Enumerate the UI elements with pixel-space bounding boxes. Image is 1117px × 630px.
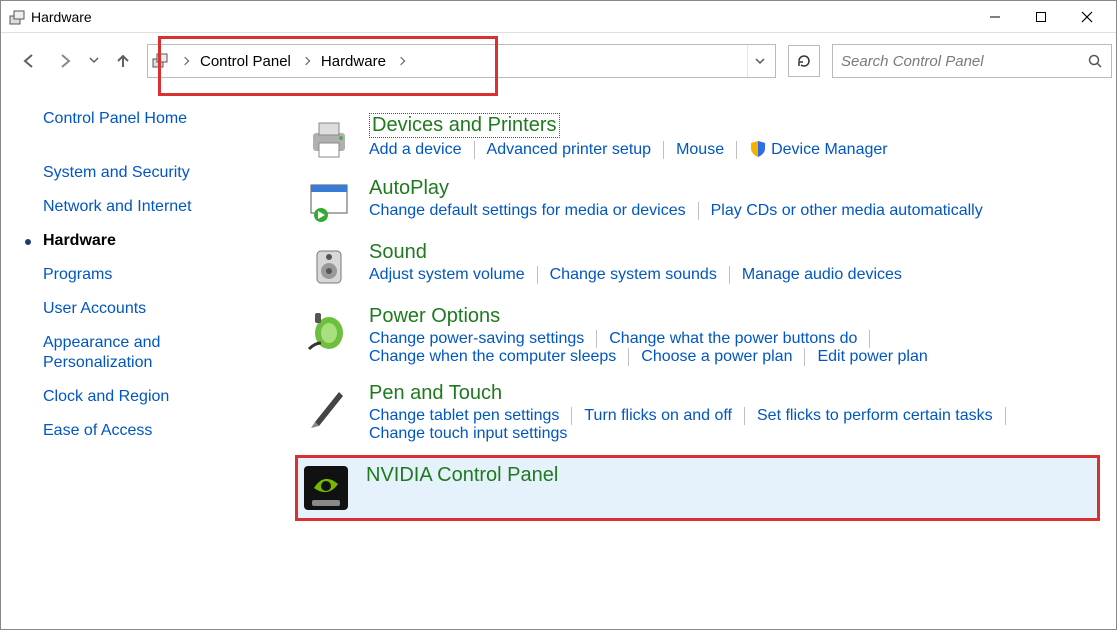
window-title: Hardware [31,9,92,25]
close-button[interactable] [1064,2,1110,32]
pen-icon [305,382,353,430]
task-link[interactable]: Choose a power plan [641,348,792,366]
chevron-right-icon[interactable] [397,57,405,65]
search-placeholder: Search Control Panel [841,53,1087,70]
sidebar-home[interactable]: Control Panel Home [43,109,301,129]
content-area: Devices and Printers Add a device Advanced… [301,109,1116,529]
search-input[interactable]: Search Control Panel [832,44,1112,78]
chevron-right-icon[interactable] [302,57,310,65]
address-bar[interactable]: Control Panel Hardware [147,44,776,78]
separator [804,348,805,366]
task-link[interactable]: Change default settings for media or dev… [369,202,686,220]
titlebar: Hardware [1,1,1116,33]
task-link[interactable]: Adjust system volume [369,266,525,284]
sidebar-item[interactable]: Hardware [43,231,301,251]
nvidia-icon [302,464,350,512]
sound-icon [305,241,353,289]
address-dropdown-button[interactable] [747,45,771,77]
back-button[interactable] [17,49,41,73]
category: Pen and Touch Change tablet pen settings T… [301,378,1100,447]
task-link[interactable]: Add a device [369,141,462,159]
navigation-bar: Control Panel Hardware Search Control Pa… [1,33,1116,89]
task-link[interactable]: Set flicks to perform certain tasks [757,407,993,425]
up-button[interactable] [111,49,135,73]
category-title[interactable]: Pen and Touch [369,382,502,404]
category: Power Options Change power-saving setting… [301,301,1100,370]
sidebar-item[interactable]: Programs [43,265,301,285]
app-icon [9,9,25,25]
task-link[interactable]: Change when the computer sleeps [369,348,616,366]
separator [628,348,629,366]
task-link[interactable]: Change what the power buttons do [609,330,857,348]
sidebar-item[interactable]: Ease of Access [43,421,301,441]
separator [744,407,745,425]
task-link[interactable]: Change touch input settings [369,425,567,443]
category: Devices and Printers Add a device Advanced… [301,109,1100,165]
printer-icon [305,113,353,161]
task-link[interactable]: Mouse [676,141,724,159]
separator [596,330,597,348]
search-icon [1087,53,1103,69]
breadcrumb-hardware[interactable]: Hardware [321,53,386,70]
task-link[interactable]: Change system sounds [550,266,717,284]
minimize-button[interactable] [972,2,1018,32]
forward-button[interactable] [53,49,77,73]
separator [1005,407,1006,425]
shield-icon [749,140,771,159]
separator [571,407,572,425]
category-title[interactable]: Sound [369,241,427,263]
category-title[interactable]: Power Options [369,305,500,327]
sidebar: Control Panel Home System and Security Ne… [1,109,301,529]
category: AutoPlay Change default settings for medi… [301,173,1100,229]
task-link[interactable]: Change tablet pen settings [369,407,559,425]
separator [663,141,664,159]
separator [474,141,475,159]
task-link[interactable]: Turn flicks on and off [584,407,732,425]
task-link[interactable]: Device Manager [771,141,888,159]
chevron-right-icon[interactable] [181,57,189,65]
sidebar-item[interactable]: Clock and Region [43,387,301,407]
separator [698,202,699,220]
separator [736,141,737,159]
task-link[interactable]: Change power-saving settings [369,330,584,348]
power-icon [305,305,353,353]
task-link[interactable]: Advanced printer setup [487,141,652,159]
autoplay-icon [305,177,353,225]
sidebar-item[interactable]: User Accounts [43,299,301,319]
category: Sound Adjust system volume Change system s… [301,237,1100,293]
breadcrumb-root-icon [152,52,170,70]
sidebar-item[interactable]: Network and Internet [43,197,301,217]
task-link[interactable]: Edit power plan [817,348,927,366]
maximize-button[interactable] [1018,2,1064,32]
task-link[interactable]: Manage audio devices [742,266,902,284]
category-title[interactable]: NVIDIA Control Panel [366,464,558,486]
breadcrumb-control-panel[interactable]: Control Panel [200,53,291,70]
task-link[interactable]: Play CDs or other media automatically [711,202,983,220]
sidebar-item[interactable]: System and Security [43,163,301,183]
separator [729,266,730,284]
category-title[interactable]: AutoPlay [369,177,449,199]
separator [869,330,870,348]
separator [537,266,538,284]
refresh-button[interactable] [788,45,820,77]
category-title[interactable]: Devices and Printers [369,113,560,138]
sidebar-item[interactable]: Appearance and Personalization [43,333,243,373]
category: NVIDIA Control Panel [295,455,1100,521]
recent-locations-button[interactable] [89,55,99,68]
